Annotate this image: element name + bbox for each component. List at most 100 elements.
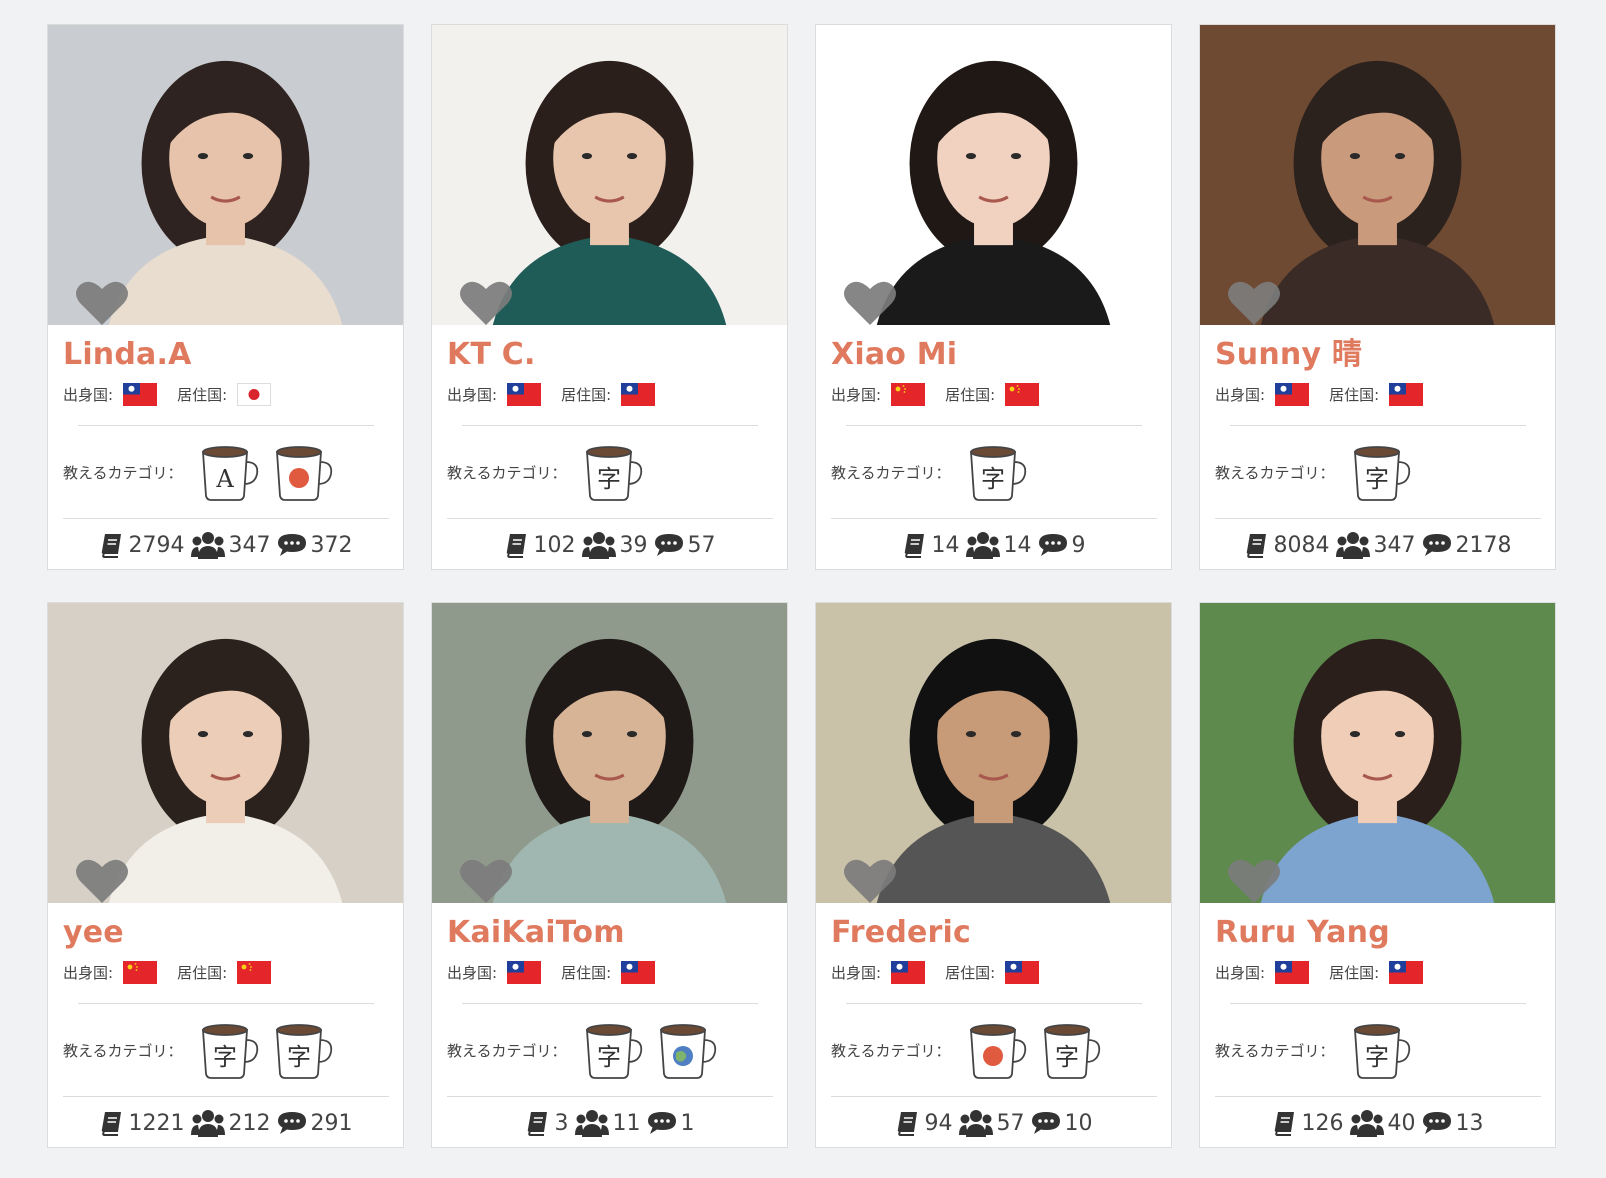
mug-red-circle-icon[interactable]: [271, 438, 345, 506]
categories-label: 教えるカテゴリ：: [1215, 1041, 1335, 1060]
origin-label: 出身国:: [447, 385, 498, 404]
mug-glyph: 字: [287, 1043, 311, 1071]
favorite-heart-icon[interactable]: [1226, 857, 1282, 903]
teacher-name[interactable]: KaiKaiTom: [447, 913, 787, 953]
mug-globe-icon[interactable]: [655, 1016, 729, 1084]
teacher-name[interactable]: KT C.: [447, 335, 787, 375]
reviews-count: 57: [687, 532, 716, 558]
residence-label: 居住国:: [945, 963, 996, 982]
lessons-count: 94: [924, 1110, 953, 1136]
taiwan-flag: [507, 960, 561, 984]
reviews-chat-icon: [1422, 1112, 1451, 1134]
students-count: 40: [1387, 1110, 1416, 1136]
residence-label: 居住国:: [1329, 385, 1380, 404]
reviews-chat-icon: [1422, 534, 1451, 556]
origin-label: 出身国:: [447, 963, 498, 982]
categories-label: 教えるカテゴリ：: [447, 463, 567, 482]
mug-zi-icon[interactable]: 字: [1039, 1016, 1113, 1084]
teacher-photo[interactable]: [1200, 603, 1555, 903]
favorite-heart-icon[interactable]: [1226, 279, 1282, 325]
teacher-photo[interactable]: [816, 603, 1171, 903]
lessons-book-icon: [897, 1112, 917, 1136]
category-row: 教えるカテゴリ： 字: [831, 426, 1171, 518]
teacher-card[interactable]: Ruru Yang 出身国: 居住国: 教えるカテゴリ： 字 126 40 13: [1199, 602, 1556, 1148]
teacher-name[interactable]: Frederic: [831, 913, 1171, 953]
students-group-icon: [190, 532, 225, 559]
teacher-name[interactable]: Linda.A: [63, 335, 403, 375]
stats-row: 126 40 13: [1200, 1097, 1555, 1149]
teacher-photo[interactable]: [816, 25, 1171, 325]
residence-label: 居住国:: [177, 963, 228, 982]
mug-zi-icon[interactable]: 字: [581, 1016, 655, 1084]
favorite-heart-icon[interactable]: [842, 279, 898, 325]
category-row: 教えるカテゴリ： 字: [1215, 426, 1555, 518]
origin-label: 出身国:: [831, 385, 882, 404]
favorite-heart-icon[interactable]: [74, 279, 130, 325]
mug-glyph: 字: [981, 465, 1005, 493]
country-row: 出身国: 居住国:: [1215, 379, 1555, 409]
mug-glyph: 字: [597, 1043, 621, 1071]
taiwan-flag: [1389, 960, 1443, 984]
mug-zi-icon[interactable]: 字: [581, 438, 655, 506]
taiwan-flag: [1275, 960, 1329, 984]
favorite-heart-icon[interactable]: [458, 857, 514, 903]
teacher-photo[interactable]: [1200, 25, 1555, 325]
origin-label: 出身国:: [63, 963, 114, 982]
categories-label: 教えるカテゴリ：: [831, 1041, 951, 1060]
category-row: 教えるカテゴリ： 字 字: [63, 1004, 403, 1096]
category-row: 教えるカテゴリ： 字: [831, 1004, 1171, 1096]
category-row: 教えるカテゴリ： 字: [447, 426, 787, 518]
china-flag: [1005, 382, 1059, 406]
reviews-chat-icon: [277, 534, 306, 556]
mug-zi-icon[interactable]: 字: [1349, 438, 1423, 506]
residence-label: 居住国:: [561, 385, 612, 404]
mug-zi-icon[interactable]: 字: [1349, 1016, 1423, 1084]
teacher-card[interactable]: Linda.A 出身国: 居住国: 教えるカテゴリ： A 2794 347 372: [47, 24, 404, 570]
mug-zi-icon[interactable]: 字: [197, 1016, 271, 1084]
teacher-card[interactable]: yee 出身国: 居住国: 教えるカテゴリ： 字 字 1221 212 291: [47, 602, 404, 1148]
lessons-book-icon: [101, 1112, 121, 1136]
lessons-book-icon: [527, 1112, 547, 1136]
teacher-card[interactable]: KaiKaiTom 出身国: 居住国: 教えるカテゴリ：字 3 11 1: [431, 602, 788, 1148]
stats-row: 102 39 57: [432, 519, 787, 571]
teacher-photo[interactable]: [432, 25, 787, 325]
teacher-card[interactable]: KT C. 出身国: 居住国: 教えるカテゴリ： 字 102 39 57: [431, 24, 788, 570]
china-flag: [891, 382, 945, 406]
reviews-chat-icon: [1031, 1112, 1060, 1134]
favorite-heart-icon[interactable]: [74, 857, 130, 903]
taiwan-flag: [891, 960, 945, 984]
teacher-photo[interactable]: [432, 603, 787, 903]
teacher-card[interactable]: Xiao Mi 出身国: 居住国: 教えるカテゴリ： 字 14 14 9: [815, 24, 1172, 570]
favorite-heart-icon[interactable]: [458, 279, 514, 325]
teacher-grid: Linda.A 出身国: 居住国: 教えるカテゴリ： A 2794 347 372 KT C. 出…: [47, 24, 1558, 1148]
students-count: 347: [1373, 532, 1416, 558]
mug-red-circle-icon[interactable]: [965, 1016, 1039, 1084]
teacher-card[interactable]: Sunny 晴出身国: 居住国: 教えるカテゴリ： 字 8084 347 2178: [1199, 24, 1556, 570]
lessons-book-icon: [1274, 1112, 1294, 1136]
stats-row: 94 57 10: [816, 1097, 1171, 1149]
students-count: 347: [228, 532, 271, 558]
category-row: 教えるカテゴリ： A: [63, 426, 403, 518]
teacher-name[interactable]: Sunny 晴: [1215, 335, 1555, 375]
mug-zi-icon[interactable]: 字: [965, 438, 1039, 506]
teacher-photo[interactable]: [48, 603, 403, 903]
mug-letter-a-icon[interactable]: A: [197, 438, 271, 506]
lessons-book-icon: [506, 534, 526, 558]
lessons-book-icon: [101, 534, 121, 558]
residence-label: 居住国:: [177, 385, 228, 404]
students-group-icon: [965, 532, 1000, 559]
teacher-card[interactable]: Frederic 出身国: 居住国: 教えるカテゴリ： 字 94 57 10: [815, 602, 1172, 1148]
students-count: 57: [996, 1110, 1025, 1136]
origin-label: 出身国:: [831, 963, 882, 982]
taiwan-flag: [123, 382, 177, 406]
reviews-chat-icon: [654, 534, 683, 556]
taiwan-flag: [621, 960, 675, 984]
teacher-name[interactable]: Ruru Yang: [1215, 913, 1555, 953]
teacher-photo[interactable]: [48, 25, 403, 325]
teacher-name[interactable]: Xiao Mi: [831, 335, 1171, 375]
mug-glyph: 字: [597, 465, 621, 493]
teacher-name[interactable]: yee: [63, 913, 403, 953]
mug-zi-icon[interactable]: 字: [271, 1016, 345, 1084]
favorite-heart-icon[interactable]: [842, 857, 898, 903]
stats-row: 3 11 1: [432, 1097, 787, 1149]
